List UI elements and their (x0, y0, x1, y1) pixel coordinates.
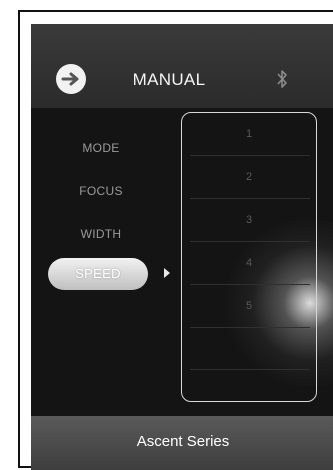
device-frame: MANUAL MODE FOCUS WIDTH SPEED 1 2 3 4 5 … (18, 10, 333, 470)
value-option-4[interactable]: 4 (182, 242, 316, 284)
arrow-right-icon (61, 72, 79, 86)
page-title: MANUAL (132, 70, 206, 89)
back-button[interactable] (56, 64, 86, 94)
divider (190, 369, 310, 370)
menu-item-focus[interactable]: FOCUS (51, 184, 151, 198)
value-option-5[interactable]: 5 (182, 285, 316, 327)
menu-item-width[interactable]: WIDTH (51, 227, 151, 241)
value-panel: 1 2 3 4 5 (181, 112, 317, 402)
footer-bar: Ascent Series (31, 416, 333, 470)
header-bar: MANUAL (31, 24, 333, 108)
menu-item-mode[interactable]: MODE (51, 141, 151, 155)
value-option-1[interactable]: 1 (182, 113, 316, 155)
device-screen: MANUAL MODE FOCUS WIDTH SPEED 1 2 3 4 5 … (31, 24, 333, 470)
value-option-3[interactable]: 3 (182, 199, 316, 241)
value-option-2[interactable]: 2 (182, 156, 316, 198)
content-area: MODE FOCUS WIDTH SPEED 1 2 3 4 5 (31, 108, 333, 416)
divider (190, 327, 310, 328)
menu-item-speed[interactable]: SPEED (48, 258, 148, 290)
series-label: Ascent Series (136, 433, 230, 450)
selection-pointer-icon (164, 268, 170, 278)
bluetooth-icon (277, 70, 287, 88)
